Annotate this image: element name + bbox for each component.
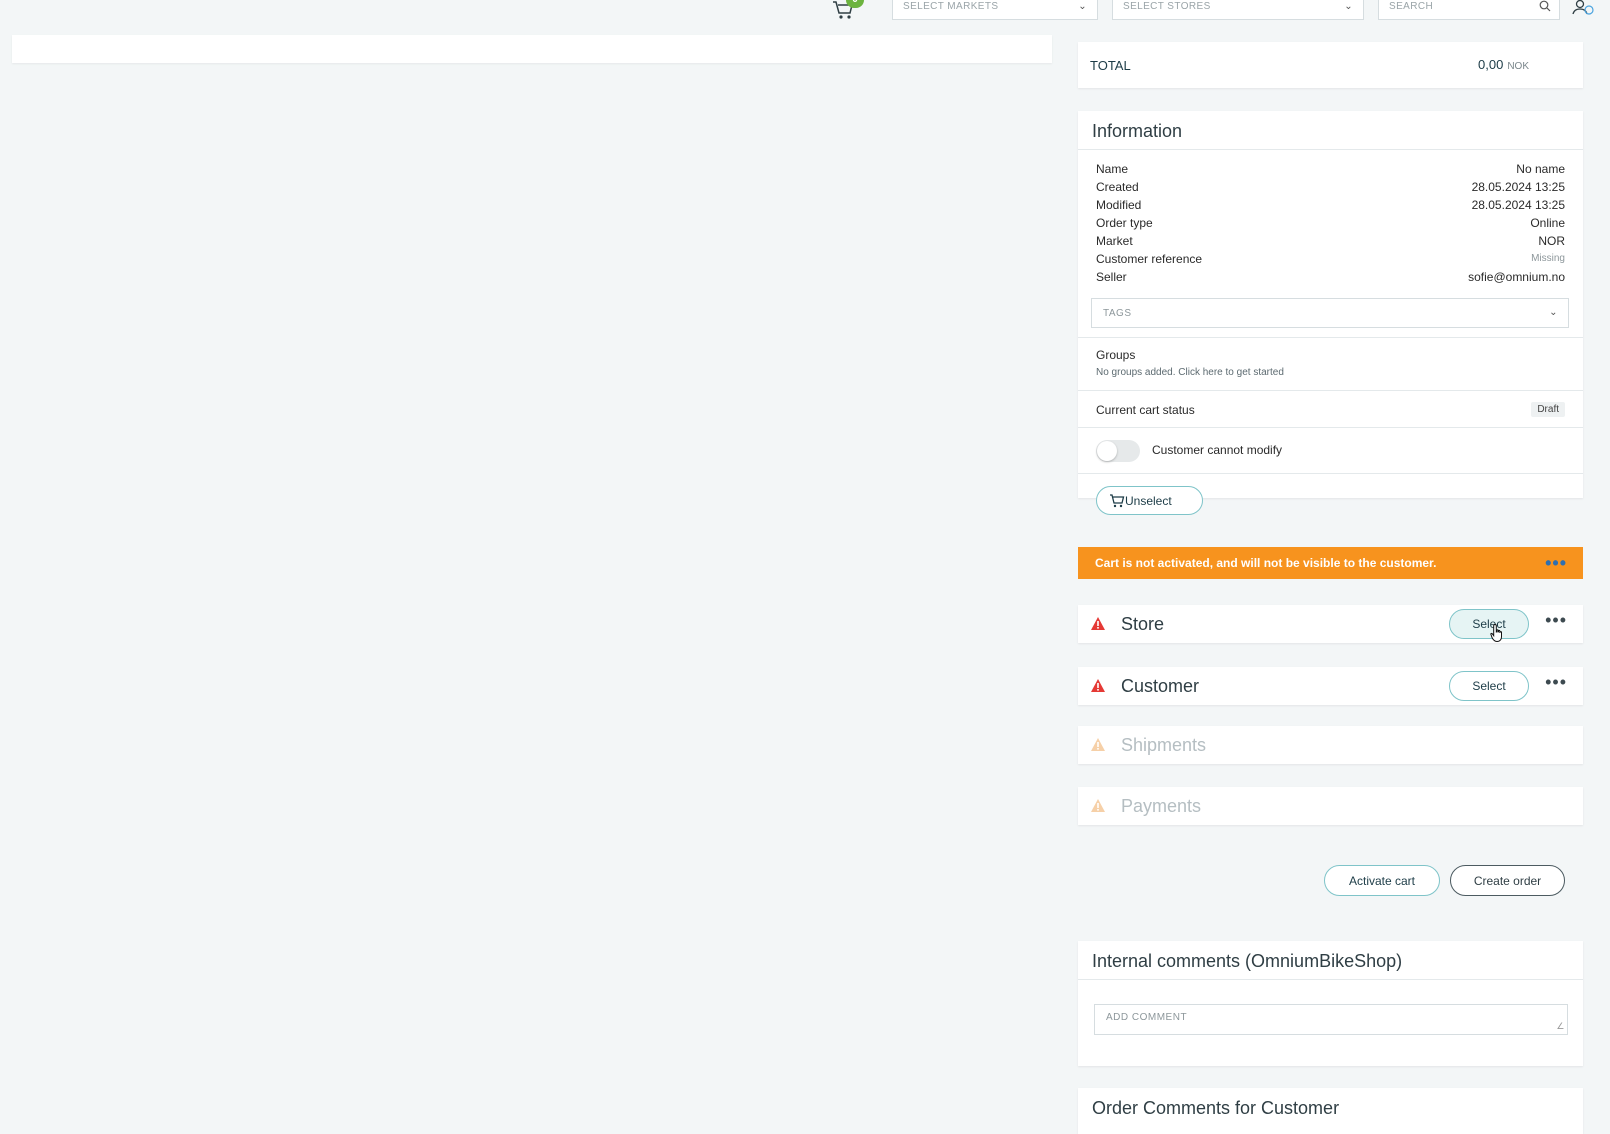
info-row-order-type: Order type Online <box>1096 214 1565 232</box>
select-stores-placeholder: SELECT STORES <box>1123 1 1211 12</box>
total-card: TOTAL 0,00 NOK <box>1078 42 1583 88</box>
order-comments-card: Order Comments for Customer <box>1078 1088 1583 1134</box>
divider <box>1078 979 1583 980</box>
tags-placeholder: TAGS <box>1103 308 1132 319</box>
cart-button[interactable]: 0 <box>832 0 864 22</box>
information-card: Information Name No name Created 28.05.202… <box>1078 111 1583 515</box>
info-label: Market <box>1096 234 1133 248</box>
customer-title: Customer <box>1121 676 1200 696</box>
select-stores-dropdown[interactable]: SELECT STORES ⌄ <box>1112 0 1364 20</box>
store-section: Store Select ••• <box>1078 605 1583 643</box>
info-value: 28.05.2024 13:25 <box>1471 198 1565 212</box>
internal-comments-title: Internal comments (OmniumBikeShop) <box>1092 951 1403 971</box>
divider <box>1078 390 1583 391</box>
activate-cart-button[interactable]: Activate cart <box>1324 865 1440 896</box>
top-bar: 0 SELECT MARKETS ⌄ SELECT STORES ⌄ SEARC… <box>0 0 1610 28</box>
divider <box>1078 473 1583 474</box>
cart-icon <box>1110 494 1125 508</box>
info-value: NOR <box>1538 234 1565 248</box>
resize-handle-icon[interactable]: ∠ <box>1556 1021 1565 1032</box>
user-icon[interactable] <box>1572 0 1596 16</box>
more-icon[interactable]: ••• <box>1545 553 1567 574</box>
info-value: Missing <box>1531 253 1565 264</box>
warning-icon <box>1091 617 1105 630</box>
info-label: Customer reference <box>1096 252 1203 266</box>
shipments-section: Shipments <box>1078 726 1583 764</box>
customer-section: Customer Select ••• <box>1078 667 1583 705</box>
info-row-modified: Modified 28.05.2024 13:25 <box>1096 196 1565 214</box>
warning-icon <box>1091 799 1105 812</box>
info-row-market: Market NOR <box>1096 232 1565 250</box>
select-customer-button[interactable]: Select <box>1449 671 1529 701</box>
chevron-down-icon: ⌄ <box>1344 1 1353 12</box>
search-icon[interactable] <box>1539 0 1551 12</box>
total-amount: 0,00 <box>1478 57 1504 72</box>
select-markets-placeholder: SELECT MARKETS <box>903 1 999 12</box>
chevron-down-icon: ⌄ <box>1078 1 1087 12</box>
cart-not-activated-banner: Cart is not activated, and will not be v… <box>1078 547 1583 579</box>
warning-icon <box>1091 738 1105 751</box>
payments-title: Payments <box>1121 796 1202 816</box>
internal-comments-card: Internal comments (OmniumBikeShop) ADD C… <box>1078 941 1583 1066</box>
tags-dropdown[interactable]: TAGS ⌄ <box>1091 298 1569 328</box>
divider <box>1078 337 1583 338</box>
info-row-seller: Seller sofie@omnium.no <box>1096 268 1565 286</box>
info-value: Online <box>1530 216 1565 230</box>
total-label: TOTAL <box>1090 58 1131 73</box>
customer-cannot-modify-label: Customer cannot modify <box>1152 443 1283 457</box>
search-input[interactable]: SEARCH <box>1378 0 1560 20</box>
hand-cursor-icon <box>1490 623 1502 643</box>
select-markets-dropdown[interactable]: SELECT MARKETS ⌄ <box>892 0 1098 20</box>
info-label: Name <box>1096 162 1129 176</box>
status-badge: Draft <box>1531 402 1565 417</box>
customer-cannot-modify-toggle[interactable] <box>1096 440 1140 462</box>
divider <box>1078 427 1583 428</box>
order-comments-title: Order Comments for Customer <box>1092 1098 1340 1118</box>
groups-add-link[interactable]: No groups added. Click here to get start… <box>1096 367 1284 378</box>
more-icon[interactable]: ••• <box>1545 610 1567 631</box>
total-currency: NOK <box>1507 61 1529 72</box>
info-label: Seller <box>1096 270 1127 284</box>
add-comment-textarea[interactable]: ADD COMMENT ∠ <box>1094 1004 1568 1035</box>
info-label: Modified <box>1096 198 1142 212</box>
order-lines-card <box>12 35 1052 63</box>
divider <box>1078 149 1583 150</box>
information-rows: Name No name Created 28.05.2024 13:25 Modi… <box>1096 160 1565 286</box>
more-icon[interactable]: ••• <box>1545 672 1567 693</box>
info-row-customer-reference: Customer reference Missing <box>1096 250 1565 268</box>
payments-section: Payments <box>1078 787 1583 825</box>
unselect-button[interactable]: Unselect <box>1096 486 1203 515</box>
toggle-knob <box>1097 441 1117 461</box>
search-placeholder: SEARCH <box>1389 1 1434 12</box>
info-value: sofie@omnium.no <box>1468 270 1565 284</box>
total-value: 0,00 NOK <box>1478 57 1529 72</box>
add-comment-placeholder: ADD COMMENT <box>1106 1012 1188 1023</box>
create-order-button[interactable]: Create order <box>1450 865 1565 896</box>
cart-status-label: Current cart status <box>1096 403 1195 417</box>
unselect-label: Unselect <box>1125 493 1172 508</box>
select-store-button[interactable]: Select <box>1449 609 1529 639</box>
info-label: Created <box>1096 180 1139 194</box>
chevron-down-icon: ⌄ <box>1549 307 1558 318</box>
info-label: Order type <box>1096 216 1153 230</box>
info-row-name: Name No name <box>1096 160 1565 178</box>
info-value: No name <box>1516 162 1565 176</box>
shipments-title: Shipments <box>1121 735 1207 755</box>
info-row-created: Created 28.05.2024 13:25 <box>1096 178 1565 196</box>
info-value: 28.05.2024 13:25 <box>1471 180 1565 194</box>
banner-text: Cart is not activated, and will not be v… <box>1095 556 1437 570</box>
store-title: Store <box>1121 614 1165 634</box>
warning-icon <box>1091 679 1105 692</box>
groups-title: Groups <box>1096 348 1136 362</box>
information-title: Information <box>1092 121 1183 141</box>
